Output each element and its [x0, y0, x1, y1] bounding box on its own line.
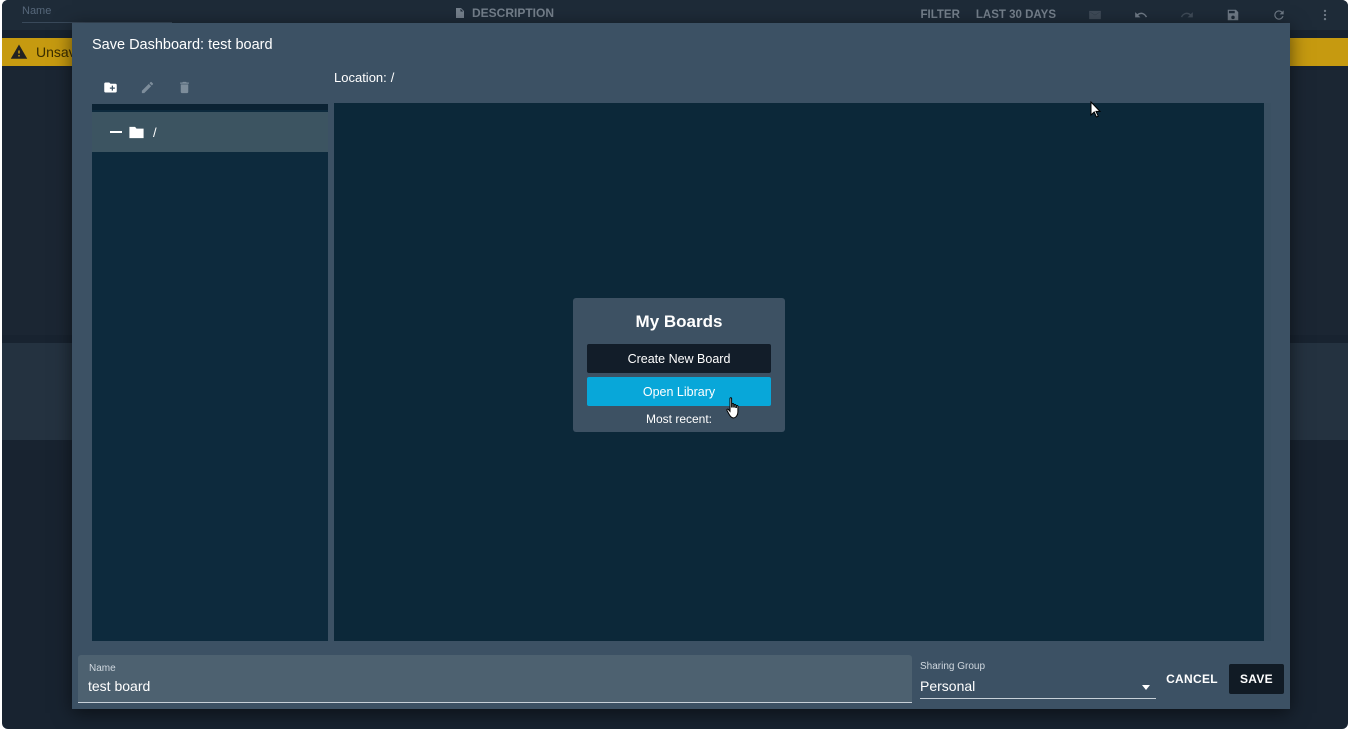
warning-text: Unsav	[36, 44, 76, 60]
save-button[interactable]: SAVE	[1229, 664, 1284, 694]
name-field[interactable]: Name test board	[78, 655, 912, 703]
sharing-group-select[interactable]: Sharing Group Personal	[920, 659, 1156, 699]
more-vert-icon[interactable]	[1302, 0, 1348, 30]
date-range-button[interactable]: LAST 30 DAYS	[976, 9, 1056, 21]
location-value: /	[390, 70, 395, 85]
dashboard-name-input[interactable]: Name	[22, 5, 172, 23]
save-dashboard-dialog: Save Dashboard: test board Location: / / …	[72, 23, 1290, 709]
dialog-title: Save Dashboard: test board	[92, 37, 273, 53]
delete-icon[interactable]	[174, 78, 194, 96]
tree-item-root[interactable]: /	[92, 112, 328, 152]
warning-icon	[10, 44, 28, 59]
folder-contents-panel: My Boards Create New Board Open Library …	[334, 101, 1271, 641]
dropdown-arrow-icon[interactable]	[1142, 685, 1150, 690]
create-new-board-button[interactable]: Create New Board	[587, 344, 771, 373]
app-window: Name DESCRIPTION FILTER LAST 30 DAYS Uns…	[2, 0, 1348, 729]
description-label: DESCRIPTION	[472, 6, 555, 20]
collapse-icon[interactable]	[110, 131, 122, 133]
sharing-group-value[interactable]: Personal	[920, 678, 975, 694]
rename-icon[interactable]	[137, 78, 157, 96]
folder-icon	[129, 126, 144, 138]
cancel-button[interactable]: CANCEL	[1164, 664, 1220, 694]
document-icon	[456, 8, 464, 18]
folder-tree: /	[92, 104, 328, 641]
new-folder-icon[interactable]	[100, 78, 120, 96]
name-field-value[interactable]: test board	[88, 678, 150, 694]
name-field-label: Name	[89, 663, 116, 674]
sharing-group-label: Sharing Group	[920, 661, 986, 672]
filter-button[interactable]: FILTER	[920, 9, 959, 21]
location-label: Location:	[334, 70, 387, 85]
tree-item-label: /	[153, 124, 157, 140]
location-path: Location: /	[334, 70, 394, 85]
most-recent-label: Most recent:	[645, 412, 713, 426]
boards-title: My Boards	[635, 312, 723, 331]
open-library-button[interactable]: Open Library	[587, 377, 771, 406]
my-boards-card: My Boards Create New Board Open Library …	[573, 298, 785, 432]
hand-pointer-icon	[726, 397, 739, 419]
mouse-pointer-icon	[1090, 101, 1102, 118]
scrollbar[interactable]	[1264, 103, 1271, 641]
description-button[interactable]: DESCRIPTION	[454, 6, 554, 20]
